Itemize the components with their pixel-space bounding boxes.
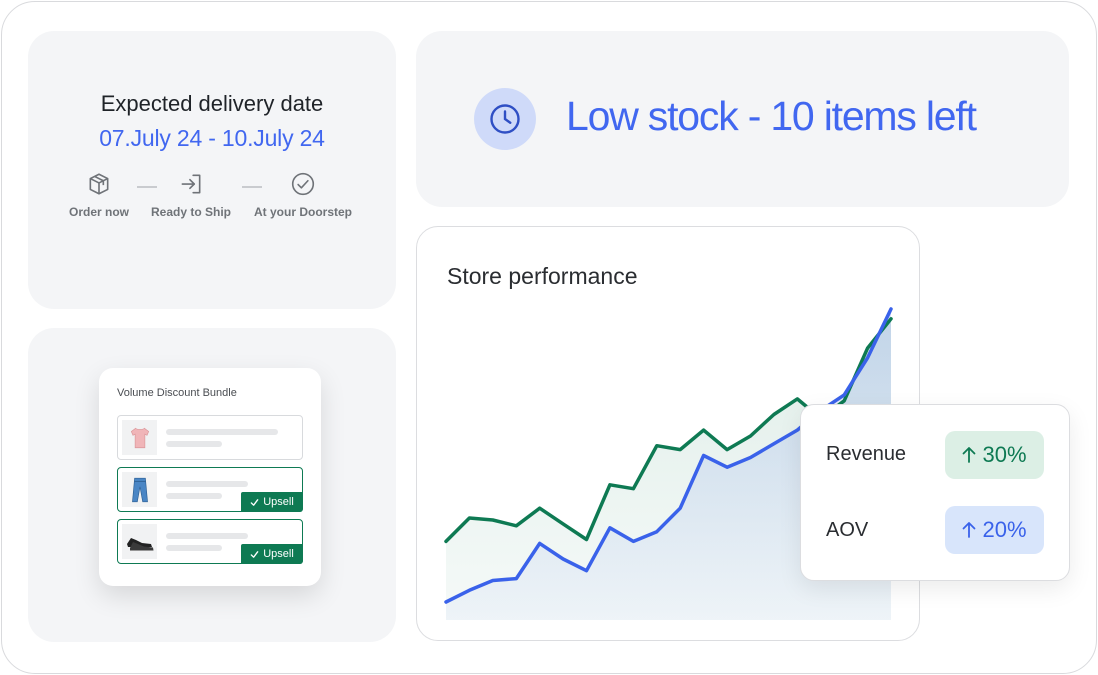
step-at-doorstep: At your Doorstep: [250, 171, 356, 219]
package-icon: [89, 173, 109, 195]
upsell-label: Upsell: [263, 496, 294, 508]
checkmark-icon: [250, 550, 259, 558]
check-circle-icon: [291, 172, 315, 196]
checkmark-icon: [250, 498, 259, 506]
arrow-up-icon: [963, 447, 976, 463]
product-thumbnail: [122, 472, 157, 507]
bundle-item[interactable]: [117, 415, 303, 460]
placeholder-line: [166, 441, 222, 447]
revenue-change-badge: 30%: [945, 431, 1044, 479]
step-order-now: Order now: [69, 171, 129, 219]
product-thumbnail: [122, 524, 157, 559]
aov-change-badge: 20%: [945, 506, 1044, 554]
upsell-tag: Upsell: [241, 544, 303, 564]
placeholder-line: [166, 481, 248, 487]
bundle-title: Volume Discount Bundle: [117, 387, 237, 399]
bundle-card: Volume Discount Bundle Upsell Upsell: [28, 328, 396, 642]
low-stock-text: Low stock - 10 items left: [566, 93, 977, 139]
volume-discount-bundle-widget: Volume Discount Bundle Upsell Upsell: [99, 368, 321, 586]
delivery-estimate-card: Expected delivery date 07.July 24 - 10.J…: [28, 31, 396, 309]
ship-arrow-icon: [181, 174, 201, 194]
aov-label: AOV: [826, 519, 869, 541]
arrow-up-icon: [963, 522, 976, 538]
placeholder-line: [166, 493, 222, 499]
product-thumbnail: [122, 420, 157, 455]
upsell-label: Upsell: [263, 548, 294, 560]
clock-badge: [474, 88, 536, 150]
stats-popover: Revenue 30% AOV 20%: [800, 404, 1070, 581]
delivery-dates: 07.July 24 - 10.July 24: [99, 125, 325, 151]
step-label: Ready to Ship: [150, 205, 231, 219]
placeholder-line: [166, 545, 222, 551]
clock-icon: [490, 104, 520, 134]
low-stock-card: Low stock - 10 items left: [416, 31, 1069, 207]
bundle-item-upsell[interactable]: Upsell: [117, 467, 303, 512]
aov-change-value: 20%: [982, 517, 1027, 542]
delivery-title: Expected delivery date: [100, 91, 324, 116]
placeholder-line: [166, 533, 248, 539]
revenue-label: Revenue: [826, 443, 907, 465]
step-label: At your Doorstep: [253, 205, 352, 219]
upsell-tag: Upsell: [241, 492, 303, 512]
placeholder-line: [166, 429, 278, 435]
revenue-change-value: 30%: [982, 442, 1027, 467]
step-ready-to-ship: Ready to Ship: [146, 171, 236, 219]
shoes-icon: [126, 537, 153, 550]
jeans-icon: [131, 477, 148, 502]
tshirt-icon: [130, 427, 149, 448]
bundle-item-upsell[interactable]: Upsell: [117, 519, 303, 564]
step-label: Order now: [69, 205, 130, 219]
